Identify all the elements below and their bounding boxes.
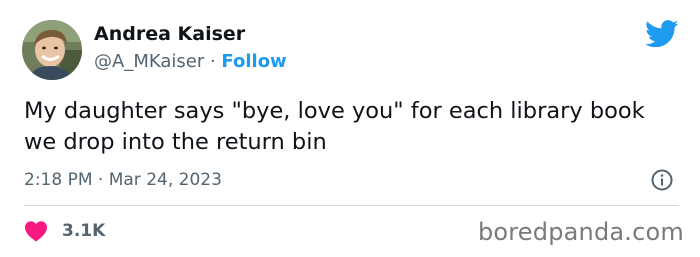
tweet-time: 2:18 PM <box>24 170 93 190</box>
like-button[interactable]: 3.1K <box>24 216 105 246</box>
avatar[interactable] <box>22 20 82 80</box>
author-meta: @A_MKaiser · Follow <box>94 51 287 72</box>
timestamp-separator: · <box>97 170 104 190</box>
author-handle[interactable]: @A_MKaiser <box>94 51 204 72</box>
handle-separator: · <box>209 51 216 72</box>
like-count: 3.1K <box>62 221 106 241</box>
twitter-bird-icon[interactable] <box>645 20 679 48</box>
heart-icon <box>25 221 47 242</box>
follow-button[interactable]: Follow <box>221 51 286 72</box>
tweet-text: My daughter says "bye, love you" for eac… <box>24 98 645 155</box>
tweet-card: Andrea Kaiser @A_MKaiser · Follow My dau… <box>0 0 700 257</box>
info-icon[interactable] <box>650 168 674 192</box>
author-name[interactable]: Andrea Kaiser <box>94 23 245 45</box>
avatar-photo <box>22 20 82 80</box>
tweet-timestamp[interactable]: 2:18 PM · Mar 24, 2023 <box>24 170 222 190</box>
watermark: boredpanda.com <box>477 218 684 246</box>
divider <box>24 205 679 206</box>
tweet-date: Mar 24, 2023 <box>108 170 222 190</box>
